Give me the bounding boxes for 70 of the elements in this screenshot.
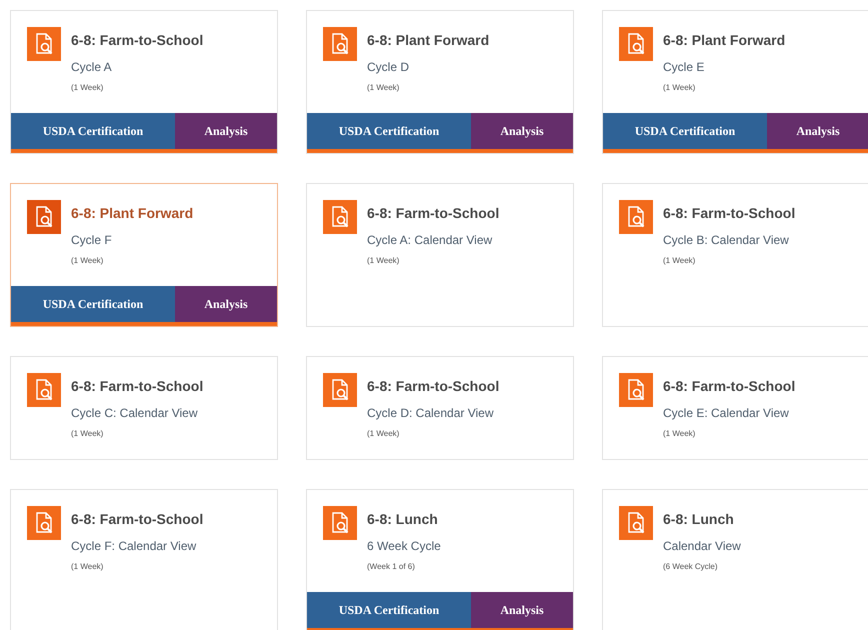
document-search-icon (619, 27, 653, 61)
menu-card[interactable]: 6-8: Farm-to-School Cycle E: Calendar View (1 Week) (602, 356, 868, 460)
card-subtitle: Cycle D (367, 60, 410, 74)
card-note: (1 Week) (663, 256, 696, 265)
menu-card[interactable]: 6-8: Lunch Calendar View (6 Week Cycle) (602, 489, 868, 630)
action-button[interactable]: Analysis (471, 592, 573, 628)
card-subtitle: Cycle B: Calendar View (663, 233, 790, 247)
menu-card[interactable]: 6-8: Farm-to-School Cycle D: Calendar View (1 Week) (306, 356, 574, 460)
card-subtitle: Cycle C: Calendar View (71, 406, 198, 420)
card-note: (1 Week) (663, 83, 696, 92)
menu-card[interactable]: 6-8: Plant Forward Cycle D (1 Week) USDA Certification Analysis (306, 10, 574, 154)
document-search-icon (619, 373, 653, 407)
card-title: 6-8: Lunch (663, 511, 735, 527)
menu-card[interactable]: 6-8: Farm-to-School Cycle A (1 Week) USDA Certification Analysis (10, 10, 278, 154)
card-subtitle: Cycle E: Calendar View (663, 406, 790, 420)
card-title: 6-8: Plant Forward (663, 32, 786, 48)
card-title: 6-8: Farm-to-School (663, 378, 796, 394)
document-search-icon (323, 373, 357, 407)
menu-card[interactable]: 6-8: Farm-to-School Cycle B: Calendar View (1 Week) (602, 183, 868, 327)
card-title: 6-8: Farm-to-School (71, 32, 204, 48)
document-search-icon (619, 200, 653, 234)
document-search-icon (27, 506, 61, 540)
document-search-icon (619, 506, 653, 540)
menu-card[interactable]: 6-8: Plant Forward Cycle F (1 Week) USDA Certification Analysis (10, 183, 278, 327)
card-title: 6-8: Farm-to-School (367, 205, 500, 221)
document-search-icon (27, 27, 61, 61)
card-title: 6-8: Farm-to-School (71, 378, 204, 394)
card-note: (1 Week) (71, 256, 104, 265)
card-note: (6 Week Cycle) (663, 562, 719, 571)
card-subtitle: Cycle F: Calendar View (71, 539, 198, 553)
card-subtitle: Cycle E (663, 60, 706, 74)
card-title: 6-8: Farm-to-School (71, 511, 204, 527)
document-search-icon (323, 27, 357, 61)
action-button[interactable]: USDA Certification (307, 592, 471, 628)
card-title: 6-8: Plant Forward (367, 32, 490, 48)
card-note: (1 Week) (71, 83, 104, 92)
menu-card[interactable]: 6-8: Farm-to-School Cycle A: Calendar View (1 Week) (306, 183, 574, 327)
card-subtitle: Calendar View (663, 539, 741, 553)
card-subtitle: Cycle F (71, 233, 113, 247)
action-button[interactable]: USDA Certification (11, 113, 175, 149)
action-button[interactable]: USDA Certification (603, 113, 767, 149)
document-search-icon (323, 200, 357, 234)
card-title: 6-8: Farm-to-School (367, 378, 500, 394)
card-note: (1 Week) (367, 83, 400, 92)
action-button[interactable]: USDA Certification (307, 113, 471, 149)
menu-card[interactable]: 6-8: Farm-to-School Cycle F: Calendar View (1 Week) (10, 489, 278, 630)
card-note: (1 Week) (71, 429, 104, 438)
menu-card[interactable]: 6-8: Farm-to-School Cycle C: Calendar View (1 Week) (10, 356, 278, 460)
card-note: (Week 1 of 6) (367, 562, 416, 571)
action-button[interactable]: Analysis (471, 113, 573, 149)
card-subtitle: 6 Week Cycle (367, 539, 441, 553)
menu-card[interactable]: 6-8: Lunch 6 Week Cycle (Week 1 of 6) USDA Certification Analysis (306, 489, 574, 630)
card-note: (1 Week) (71, 562, 104, 571)
card-subtitle: Cycle D: Calendar View (367, 406, 494, 420)
card-title: 6-8: Plant Forward (71, 205, 194, 221)
card-note: (1 Week) (663, 429, 696, 438)
card-subtitle: Cycle A: Calendar View (367, 233, 494, 247)
action-button[interactable]: Analysis (175, 113, 277, 149)
document-search-icon (323, 506, 357, 540)
document-search-icon (27, 373, 61, 407)
card-title: 6-8: Farm-to-School (663, 205, 796, 221)
card-subtitle: Cycle A (71, 60, 113, 74)
card-title: 6-8: Lunch (367, 511, 439, 527)
card-note: (1 Week) (367, 256, 400, 265)
action-button[interactable]: Analysis (175, 286, 277, 322)
card-note: (1 Week) (367, 429, 400, 438)
document-search-icon (27, 200, 61, 234)
action-button[interactable]: Analysis (767, 113, 868, 149)
action-button[interactable]: USDA Certification (11, 286, 175, 322)
menu-card[interactable]: 6-8: Plant Forward Cycle E (1 Week) USDA Certification Analysis (602, 10, 868, 154)
